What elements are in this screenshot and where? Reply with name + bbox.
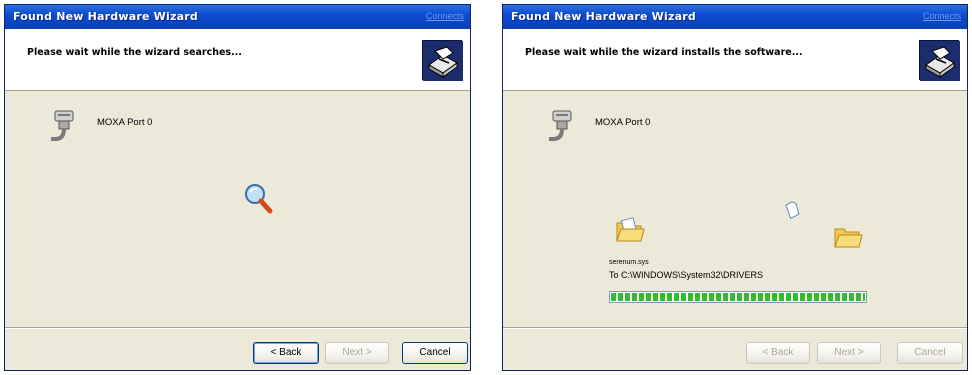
wizard-header: Please wait while the wizard searches... <box>5 29 470 91</box>
next-button[interactable]: Next > <box>817 342 881 364</box>
document-icon <box>785 201 801 219</box>
window-title: Found New Hardware Wizard <box>511 10 696 23</box>
progress-fill <box>611 293 865 301</box>
cancel-button[interactable]: Cancel <box>897 342 963 364</box>
device-name: MOXA Port 0 <box>595 117 651 128</box>
title-link[interactable]: Connects <box>426 11 464 21</box>
title-bar[interactable]: Found New Hardware Wizard Connects <box>5 5 470 29</box>
back-button[interactable]: < Back <box>746 342 810 364</box>
copy-destination: To C:\WINDOWS\System32\DRIVERS <box>609 270 764 280</box>
wizard-searching-window: Found New Hardware Wizard Connects Pleas… <box>4 4 471 371</box>
destination-folder-icon <box>833 223 863 251</box>
serial-port-icon <box>49 109 77 147</box>
next-button[interactable]: Next > <box>325 342 389 364</box>
install-progress-bar <box>609 291 867 303</box>
title-bar[interactable]: Found New Hardware Wizard Connects <box>503 5 967 29</box>
hardware-install-icon <box>919 40 960 81</box>
title-link[interactable]: Connects <box>923 11 961 21</box>
header-text: Please wait while the wizard installs th… <box>525 47 803 58</box>
hardware-install-icon <box>422 40 463 81</box>
footer-divider <box>5 327 470 329</box>
footer-divider <box>503 327 967 329</box>
copy-file-name: serenum.sys <box>609 259 649 266</box>
back-button[interactable]: < Back <box>253 342 319 364</box>
source-folder-icon <box>615 217 645 245</box>
header-text: Please wait while the wizard searches... <box>27 47 242 58</box>
wizard-installing-window: Found New Hardware Wizard Connects Pleas… <box>502 4 968 371</box>
magnifier-search-icon <box>242 181 276 215</box>
device-name: MOXA Port 0 <box>97 117 153 128</box>
wizard-header: Please wait while the wizard installs th… <box>503 29 967 91</box>
cancel-button[interactable]: Cancel <box>402 342 468 364</box>
window-title: Found New Hardware Wizard <box>13 10 198 23</box>
serial-port-icon <box>547 109 575 147</box>
